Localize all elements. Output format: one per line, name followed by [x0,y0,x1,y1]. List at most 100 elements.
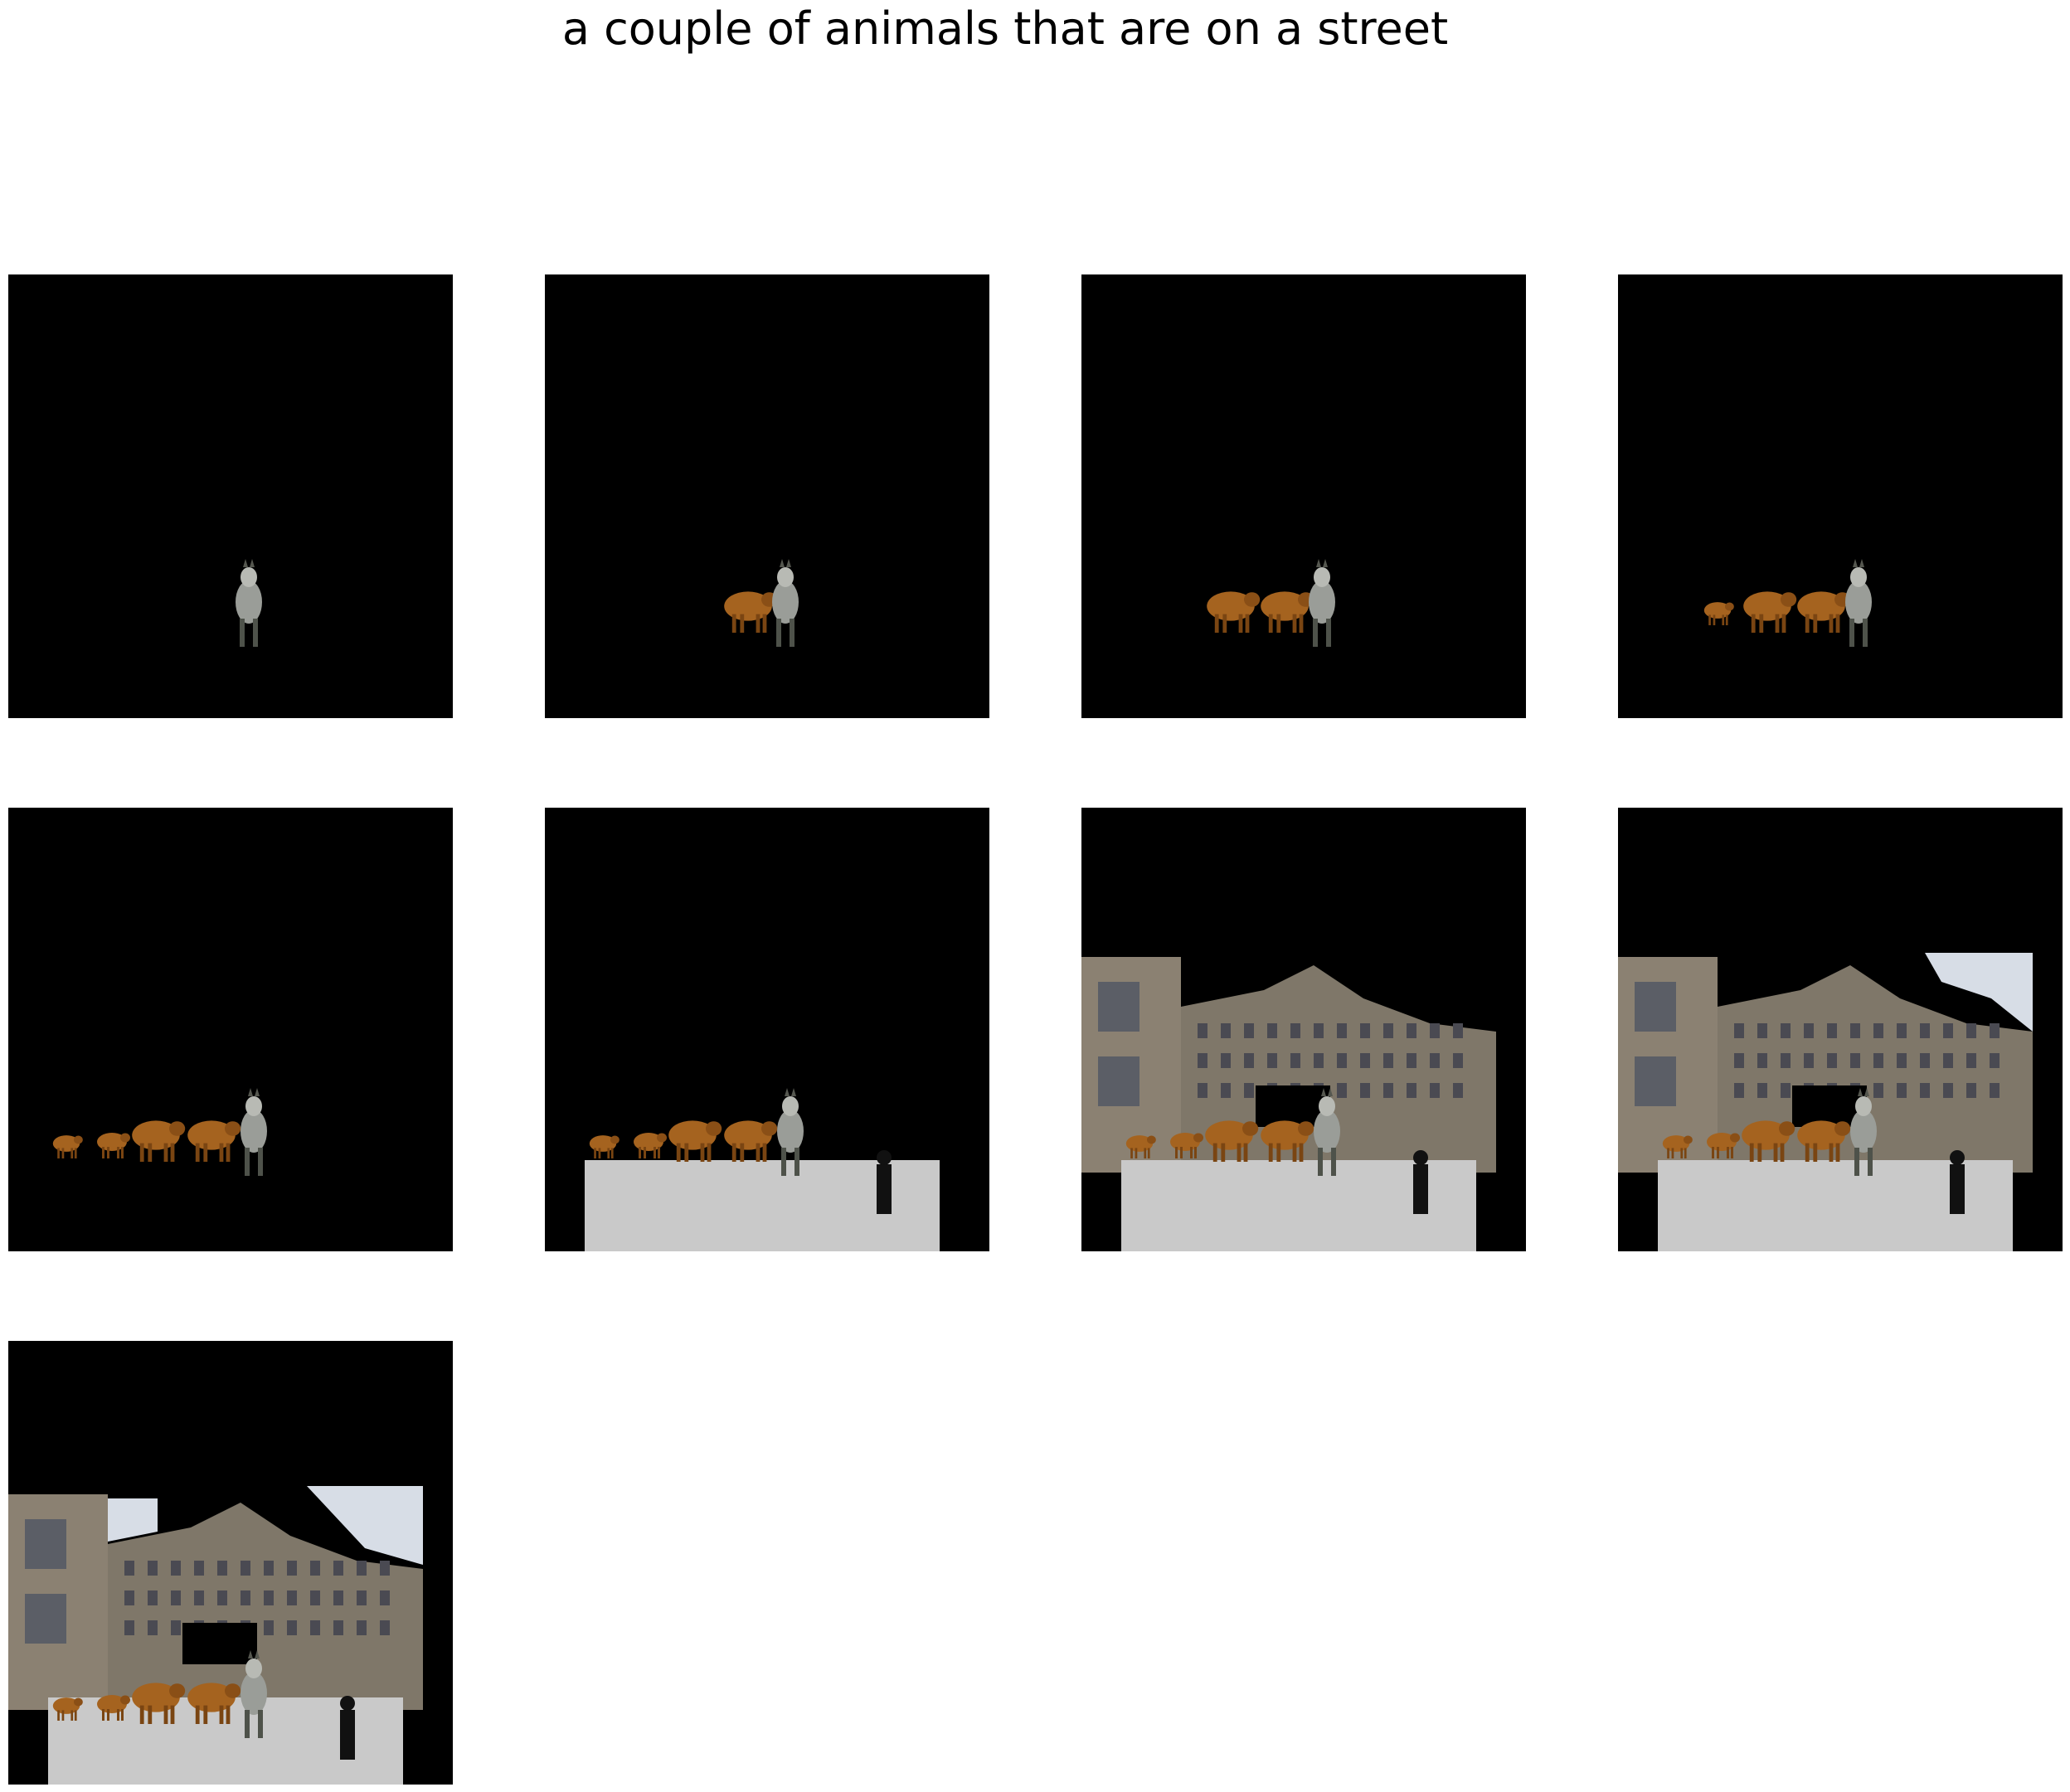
person-figure [1413,1164,1428,1214]
window [1757,1053,1767,1068]
window [1966,1023,1976,1038]
window [1360,1023,1370,1038]
window [1337,1053,1347,1068]
window [217,1590,227,1605]
cow-animal [724,591,778,633]
window [1337,1023,1347,1038]
cow-animal [187,1120,241,1162]
composite-image [1618,953,2033,1251]
window [1430,1023,1440,1038]
window [1635,1056,1676,1106]
composite-image [1207,559,1335,647]
cow-animal [1743,591,1797,633]
window [1360,1053,1370,1068]
window [1966,1083,1976,1098]
horse-animal [1309,559,1335,647]
window [1966,1053,1976,1068]
window [171,1620,181,1635]
calf-animal [634,1133,667,1158]
panel-step-6 [545,808,989,1251]
window [1943,1053,1953,1068]
window [1873,1053,1883,1068]
composite-image [8,1486,423,1785]
window [1221,1083,1231,1098]
window [1873,1023,1883,1038]
calf-animal [589,1135,620,1158]
window [1221,1053,1231,1068]
window [1198,1083,1208,1098]
window [1734,1023,1744,1038]
window [1360,1083,1370,1098]
window [264,1590,274,1605]
horse-animal [241,1088,267,1176]
window [333,1561,343,1576]
panel-step-1 [8,274,453,718]
composite-image [1703,559,1872,647]
window [264,1620,274,1635]
occlusion-block [182,1623,257,1664]
composite-image [236,559,262,647]
window [1781,1053,1791,1068]
window [1383,1023,1393,1038]
window [1827,1023,1837,1038]
calf-animal [52,1135,83,1158]
window [148,1590,158,1605]
person-figure [1950,1164,1965,1214]
window [1990,1083,2000,1098]
window [124,1590,134,1605]
window [1990,1023,2000,1038]
window [264,1561,274,1576]
window [148,1561,158,1576]
window [1198,1023,1208,1038]
window [1897,1023,1907,1038]
window [1850,1053,1860,1068]
window [194,1561,204,1576]
window [287,1561,297,1576]
cow-animal [1261,591,1314,633]
window [1804,1023,1814,1038]
window [1920,1083,1930,1098]
window [333,1590,343,1605]
window [1430,1083,1440,1098]
window [1407,1023,1416,1038]
window [1244,1083,1254,1098]
cow-animal [1797,591,1851,633]
window [25,1594,66,1644]
window [1430,1053,1440,1068]
window [310,1590,320,1605]
panel-step-2 [545,274,989,718]
window [1221,1023,1231,1038]
window [1383,1053,1393,1068]
window [1943,1023,1953,1038]
window [1407,1053,1416,1068]
cow-animal [724,1120,778,1162]
window [241,1561,250,1576]
panel-step-9 [8,1341,453,1785]
window [241,1590,250,1605]
window [1244,1023,1254,1038]
window [1314,1053,1324,1068]
window [310,1620,320,1635]
window [310,1561,320,1576]
window [1290,1023,1300,1038]
window [333,1620,343,1635]
window [1314,1023,1324,1038]
window [217,1561,227,1576]
window [1290,1053,1300,1068]
window [124,1561,134,1576]
window [1453,1053,1463,1068]
window [1267,1023,1277,1038]
panel-step-7 [1081,808,1526,1251]
window [1827,1053,1837,1068]
window [171,1590,181,1605]
window [1635,982,1676,1032]
panel-step-8 [1618,808,2063,1251]
window [1453,1023,1463,1038]
window [1267,1053,1277,1068]
window [1897,1053,1907,1068]
window [1198,1053,1208,1068]
window [287,1590,297,1605]
window [1337,1083,1347,1098]
window [1781,1083,1791,1098]
window [1407,1083,1416,1098]
